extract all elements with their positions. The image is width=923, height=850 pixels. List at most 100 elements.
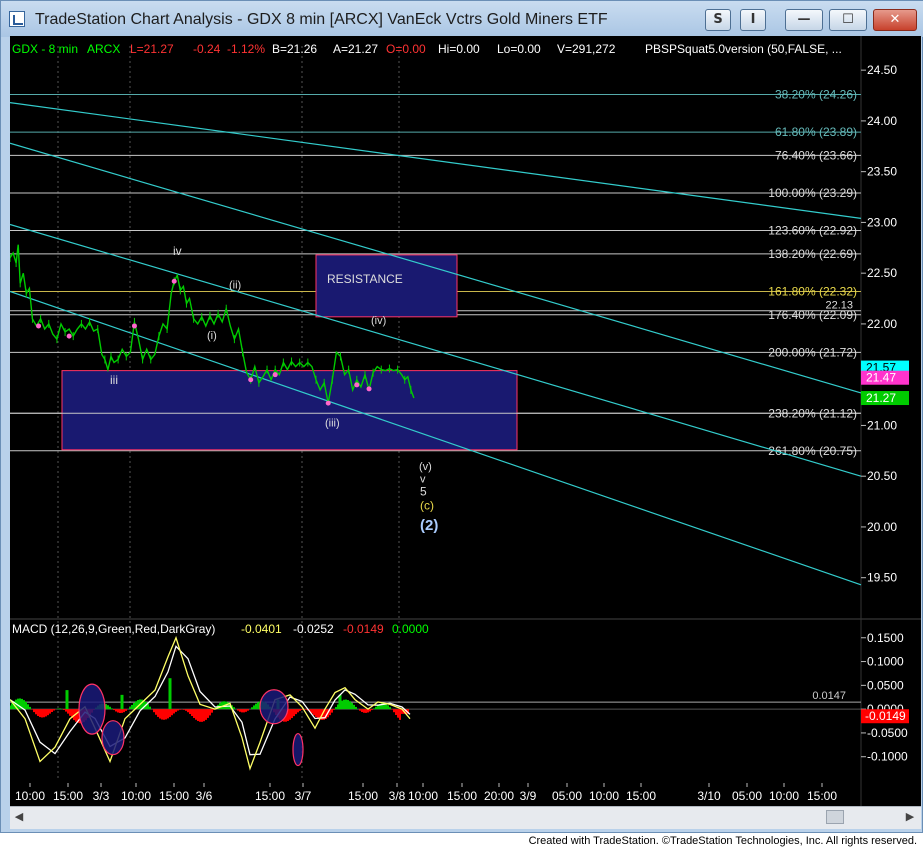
time-tick-label: 3/7 — [295, 789, 312, 803]
time-tick-label: 15:00 — [626, 789, 656, 803]
wave-label: (v) — [419, 461, 432, 473]
macd-signal-line — [10, 645, 411, 756]
horizontal-scrollbar[interactable]: ◀ ▶ — [10, 806, 921, 829]
time-tick-label: 3/10 — [697, 789, 721, 803]
wave-label: v — [420, 473, 426, 485]
time-tick-label: 3/9 — [520, 789, 537, 803]
macd-tick-label: -0.0500 — [867, 726, 908, 740]
level-label: 22.13 — [825, 300, 853, 312]
header-last: L=21.27 — [130, 42, 174, 56]
minimize-button[interactable]: — — [785, 9, 823, 31]
header-ask: A=21.27 — [333, 42, 378, 56]
macd-value-1: -0.0401 — [241, 622, 282, 636]
fib-level-label: 76.40% (23.66) — [775, 148, 857, 162]
header-study: PBSPSquat5.0version (50,FALSE, ... — [645, 42, 842, 56]
swing-marker — [248, 377, 254, 383]
time-tick-label: 10:00 — [589, 789, 619, 803]
macd-label: MACD (12,26,9,Green,Red,DarkGray) — [12, 622, 215, 636]
header-exchange: ARCX — [87, 42, 120, 56]
swing-marker — [272, 372, 278, 378]
time-tick-label: 10:00 — [408, 789, 438, 803]
time-tick-label: 10:00 — [769, 789, 799, 803]
price-badge-prev: 21.47 — [866, 371, 896, 385]
header-bid: B=21.26 — [272, 42, 317, 56]
indicator-button[interactable]: I — [740, 9, 766, 31]
price-tick-label: 20.00 — [867, 520, 897, 534]
chart-area[interactable]: GDX - 8 min ARCX L=21.27 -0.24 -1.12% B=21.26… — [10, 36, 921, 806]
resistance-label: RESISTANCE — [327, 272, 403, 286]
macd-tick-label: 0.0500 — [867, 678, 904, 692]
time-tick-label: 15:00 — [447, 789, 477, 803]
price-tick-label: 22.50 — [867, 266, 897, 280]
divergence-circle — [292, 732, 304, 767]
header-open: O=0.00 — [386, 42, 426, 56]
header-volume: V=291,272 — [557, 42, 616, 56]
divergence-circle — [101, 720, 125, 756]
fib-level-label: 238.20% (21.12) — [768, 406, 857, 420]
price-tick-label: 19.50 — [867, 571, 897, 585]
wave-label: (iii) — [325, 417, 340, 429]
price-tick-label: 22.00 — [867, 317, 897, 331]
wave-label: (c) — [420, 499, 434, 513]
time-tick-label: 05:00 — [732, 789, 762, 803]
scroll-thumb[interactable] — [826, 810, 844, 824]
price-tick-label: 24.00 — [867, 114, 897, 128]
price-tick-label: 23.50 — [867, 165, 897, 179]
price-tick-label: 21.00 — [867, 418, 897, 432]
footer: Created with TradeStation. ©TradeStation… — [0, 833, 923, 850]
macd-tick-label: 0.1000 — [867, 655, 904, 669]
price-tick-label: 20.50 — [867, 469, 897, 483]
macd-value-2: -0.0252 — [293, 622, 334, 636]
fib-level-label: 100.00% (23.29) — [768, 186, 857, 200]
fib-level-label: 61.80% (23.89) — [775, 125, 857, 139]
divergence-circle — [259, 689, 289, 725]
macd-tick-label: -0.1000 — [867, 750, 908, 764]
copyright-text: Created with TradeStation. ©TradeStation… — [528, 835, 917, 847]
support-zone — [61, 370, 518, 451]
wave-label: iv — [173, 244, 182, 258]
trend-line — [10, 142, 862, 394]
price-chart-svg: GDX - 8 min ARCX L=21.27 -0.24 -1.12% B=21.26… — [10, 36, 921, 806]
wave-label: (iv) — [371, 315, 386, 327]
macd-reference-label: 0.0147 — [812, 690, 846, 702]
wave-label: (i) — [207, 330, 217, 342]
time-tick-label: 20:00 — [484, 789, 514, 803]
window-title: TradeStation Chart Analysis - GDX 8 min … — [35, 11, 608, 28]
time-tick-label: 3/3 — [93, 789, 110, 803]
swing-marker — [366, 386, 372, 392]
wave-label: 5 — [420, 484, 427, 498]
time-tick-label: 15:00 — [807, 789, 837, 803]
close-button[interactable]: ✕ — [873, 9, 917, 31]
fib-level-label: 138.20% (22.69) — [768, 247, 857, 261]
wave-label: (ii) — [229, 279, 241, 291]
maximize-button[interactable]: ☐ — [829, 9, 867, 31]
macd-badge-current: -0.0149 — [865, 709, 906, 723]
swing-marker — [131, 323, 137, 329]
price-badge-current: 21.27 — [866, 391, 896, 405]
title-bar[interactable]: TradeStation Chart Analysis - GDX 8 min … — [1, 1, 923, 37]
macd-value-4: 0.0000 — [392, 622, 429, 636]
trend-line — [10, 102, 862, 219]
swing-marker — [66, 333, 72, 339]
wave-label: iii — [110, 373, 118, 387]
time-tick-label: 05:00 — [552, 789, 582, 803]
swing-marker — [354, 382, 360, 388]
header-symbol: GDX - 8 min — [12, 42, 78, 56]
scroll-right-icon[interactable]: ▶ — [903, 810, 917, 824]
header-low: Lo=0.00 — [497, 42, 541, 56]
wave-label: (2) — [420, 517, 438, 534]
time-tick-label: 10:00 — [15, 789, 45, 803]
chart-app-icon — [9, 11, 25, 27]
price-tick-label: 23.00 — [867, 215, 897, 229]
swing-marker — [36, 323, 42, 329]
time-tick-label: 3/6 — [196, 789, 213, 803]
study-button[interactable]: S — [705, 9, 731, 31]
fib-level-label: 261.80% (20.75) — [768, 444, 857, 458]
time-tick-label: 10:00 — [121, 789, 151, 803]
time-tick-label: 15:00 — [255, 789, 285, 803]
price-tick-label: 24.50 — [867, 63, 897, 77]
scroll-left-icon[interactable]: ◀ — [12, 810, 26, 824]
time-tick-label: 3/8 — [389, 789, 406, 803]
header-change: -0.24 — [193, 42, 221, 56]
fib-level-label: 161.80% (22.32) — [768, 284, 857, 298]
